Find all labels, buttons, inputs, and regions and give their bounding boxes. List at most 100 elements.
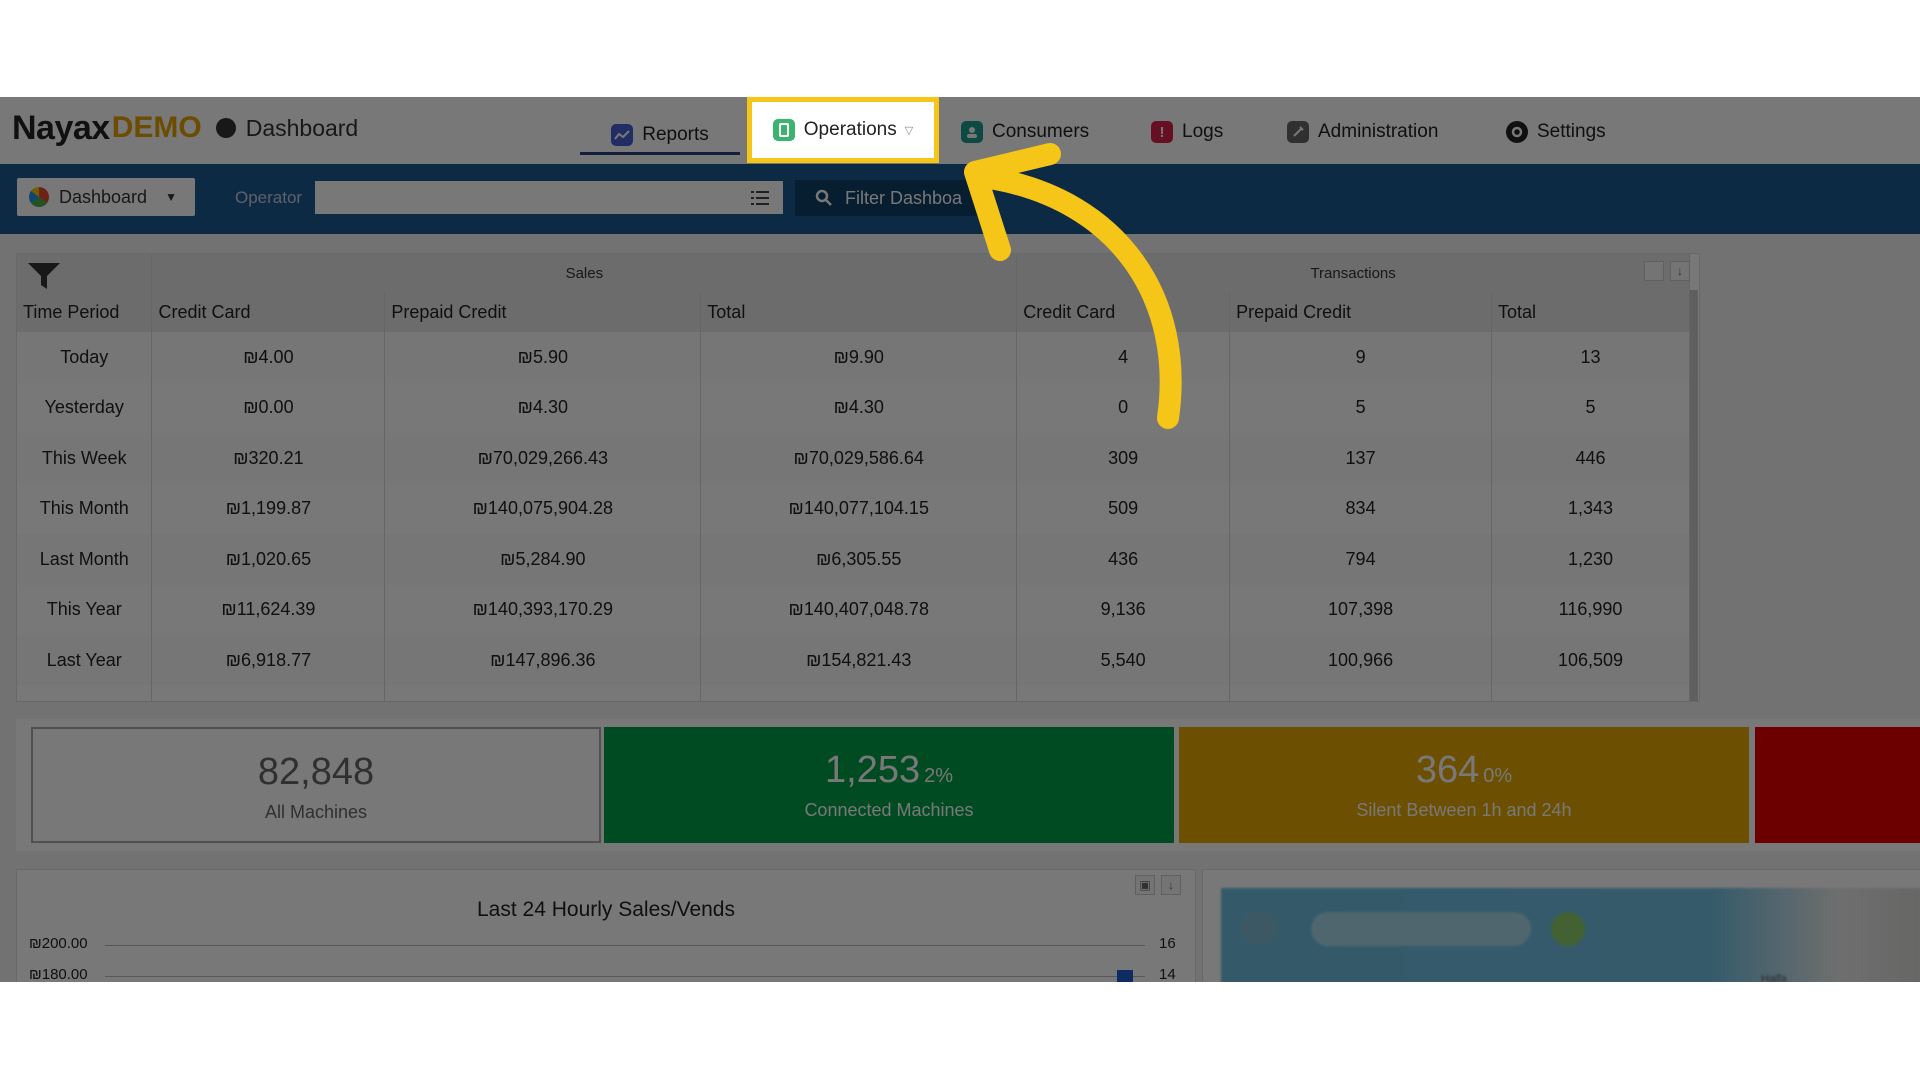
table-cell: 0 xyxy=(1016,382,1231,433)
table-cell: ₪9.90 xyxy=(700,332,1018,383)
y2-axis-tick: 16 xyxy=(1159,935,1176,952)
col-time-period[interactable]: Time Period xyxy=(17,292,153,332)
connected-machines-label: Connected Machines xyxy=(804,800,974,820)
table-cell: ₪70,009,724.73 xyxy=(700,685,1018,701)
nav-settings[interactable]: Settings xyxy=(1506,117,1606,147)
top-navigation: Nayax DEMO Dashboard Reports Operations … xyxy=(0,97,1920,164)
nav-logs[interactable]: ! Logs xyxy=(1151,117,1223,147)
table-cell: ₪4.30 xyxy=(700,382,1018,433)
table-cell: 309 xyxy=(1016,433,1231,484)
nav-reports[interactable]: Reports xyxy=(580,117,740,155)
transactions-group-header: Transactions xyxy=(1016,254,1690,292)
operator-input[interactable] xyxy=(315,181,783,214)
filter-dashboard-label: Filter Dashboa xyxy=(845,187,963,208)
table-scrollbar[interactable] xyxy=(1690,290,1698,701)
col-sales-credit-card[interactable]: Credit Card xyxy=(151,292,386,332)
table-cell: ₪121.95 xyxy=(151,685,386,701)
nav-reports-label: Reports xyxy=(642,123,709,145)
table-cell: 125 xyxy=(1229,685,1493,701)
sales-transactions-table: Sales Transactions Time Period Credit Ca… xyxy=(17,254,1690,701)
table-row[interactable]: Today ₪4.00 ₪5.90 ₪9.90 4 9 13 xyxy=(17,332,1690,383)
time-period-cell: Last Month xyxy=(17,534,153,585)
camera-icon[interactable]: ▣ xyxy=(1135,875,1155,895)
nav-logs-label: Logs xyxy=(1182,121,1224,142)
col-trans-credit-card[interactable]: Credit Card xyxy=(1016,292,1231,332)
page-title: Dashboard xyxy=(245,114,359,141)
table-cell: 9 xyxy=(1229,332,1493,383)
filter-funnel-icon[interactable] xyxy=(27,262,61,290)
table-cell: 137 xyxy=(1229,433,1493,484)
gridline xyxy=(105,976,1145,977)
silent-machines-count: 364 xyxy=(1415,749,1480,791)
table-cell: 5,540 xyxy=(1016,635,1231,686)
connected-machines-tile[interactable]: 1,253 2% Connected Machines xyxy=(604,727,1174,843)
map-marker-icon[interactable] xyxy=(1551,912,1585,946)
table-cell: 107,398 xyxy=(1229,584,1493,635)
table-cell: ₪320.21 xyxy=(151,433,386,484)
sales-transactions-table-panel: Sales Transactions Time Period Credit Ca… xyxy=(16,253,1700,702)
administration-icon xyxy=(1287,121,1309,143)
table-cell: 5 xyxy=(1491,382,1690,433)
table-cell: 54 xyxy=(1016,685,1231,701)
silent-machines-label: Silent Between 1h and 24h xyxy=(1356,800,1572,820)
map-zoom-control[interactable] xyxy=(1241,910,1277,946)
table-cell: ₪6,918.77 xyxy=(151,635,386,686)
table-cell: ₪140,407,048.78 xyxy=(700,584,1018,635)
dashboard-select[interactable]: Dashboard ▼ xyxy=(17,178,195,216)
table-cell: 13 xyxy=(1491,332,1690,383)
y-axis-tick: ₪200.00 xyxy=(29,935,88,952)
table-cell: 834 xyxy=(1229,483,1493,534)
expand-icon[interactable] xyxy=(1644,261,1664,281)
table-row[interactable]: Last Week₪121.95₪70,009,602.78₪70,009,72… xyxy=(17,685,1690,701)
sales-group-header: Sales xyxy=(151,254,1018,292)
table-cell: ₪4.30 xyxy=(384,382,702,433)
time-period-cell: Yesterday xyxy=(17,382,153,433)
chart-toolbar: ▣ ↓ xyxy=(1135,875,1181,895)
map-search-box[interactable] xyxy=(1311,912,1531,946)
settings-gear-icon xyxy=(1506,121,1528,143)
list-icon[interactable] xyxy=(751,190,769,206)
filter-dashboard-button[interactable]: Filter Dashboa xyxy=(795,180,985,216)
table-cell: ₪4.00 xyxy=(151,332,386,383)
table-row[interactable]: Yesterday ₪0.00 ₪4.30 ₪4.30 0 5 5 xyxy=(17,382,1690,433)
table-cell: 100,966 xyxy=(1229,635,1493,686)
caret-down-icon: ▼ xyxy=(165,190,177,204)
nav-administration[interactable]: Administration xyxy=(1287,117,1438,147)
map-panel: Haifa xyxy=(1202,869,1920,982)
col-sales-total[interactable]: Total xyxy=(700,292,1018,332)
nav-consumers[interactable]: Consumers xyxy=(961,117,1089,147)
all-machines-count: 82,848 xyxy=(257,751,375,793)
operations-highlight[interactable]: Operations ▽ xyxy=(747,97,939,163)
all-machines-label: All Machines xyxy=(264,802,368,822)
col-trans-total[interactable]: Total xyxy=(1491,292,1690,332)
consumers-icon xyxy=(961,121,983,143)
dashboard-select-label: Dashboard xyxy=(59,186,148,207)
table-toolbar: ↓ xyxy=(1644,261,1690,281)
table-row[interactable]: This Year ₪11,624.39 ₪140,393,170.29 ₪140,4… xyxy=(17,584,1690,635)
machines-map[interactable]: Haifa xyxy=(1221,888,1920,982)
table-cell: ₪11,624.39 xyxy=(151,584,386,635)
download-icon[interactable]: ↓ xyxy=(1161,875,1181,895)
table-cell: ₪70,029,586.64 xyxy=(700,433,1018,484)
table-cell: 1,343 xyxy=(1491,483,1690,534)
table-cell: 9,136 xyxy=(1016,584,1231,635)
table-row[interactable]: Last Year ₪6,918.77 ₪147,896.36 ₪154,821.43… xyxy=(17,635,1690,686)
all-machines-tile[interactable]: 82,848 All Machines xyxy=(31,727,601,843)
table-row[interactable]: This Week ₪320.21 ₪70,029,266.43 ₪70,029,58… xyxy=(17,433,1690,484)
download-icon[interactable]: ↓ xyxy=(1670,261,1690,281)
gridline xyxy=(105,945,1145,946)
table-row[interactable]: This Month ₪1,199.87 ₪140,075,904.28 ₪140,0… xyxy=(17,483,1690,534)
col-trans-prepaid-credit[interactable]: Prepaid Credit xyxy=(1229,292,1493,332)
chart-bar xyxy=(1117,970,1133,982)
table-cell: 4 xyxy=(1016,332,1231,383)
reports-icon xyxy=(611,123,634,146)
table-cell: ₪0.00 xyxy=(151,382,386,433)
offline-machines-tile[interactable] xyxy=(1755,727,1920,843)
silent-machines-tile[interactable]: 364 0% Silent Between 1h and 24h xyxy=(1179,727,1749,843)
table-cell: ₪140,077,104.15 xyxy=(700,483,1018,534)
table-cell: 794 xyxy=(1229,534,1493,585)
table-cell: ₪5.90 xyxy=(384,332,702,383)
table-row[interactable]: Last Month ₪1,020.65 ₪5,284.90 ₪6,305.55 436… xyxy=(17,534,1690,585)
operations-icon xyxy=(772,119,795,141)
col-sales-prepaid-credit[interactable]: Prepaid Credit xyxy=(384,292,702,332)
